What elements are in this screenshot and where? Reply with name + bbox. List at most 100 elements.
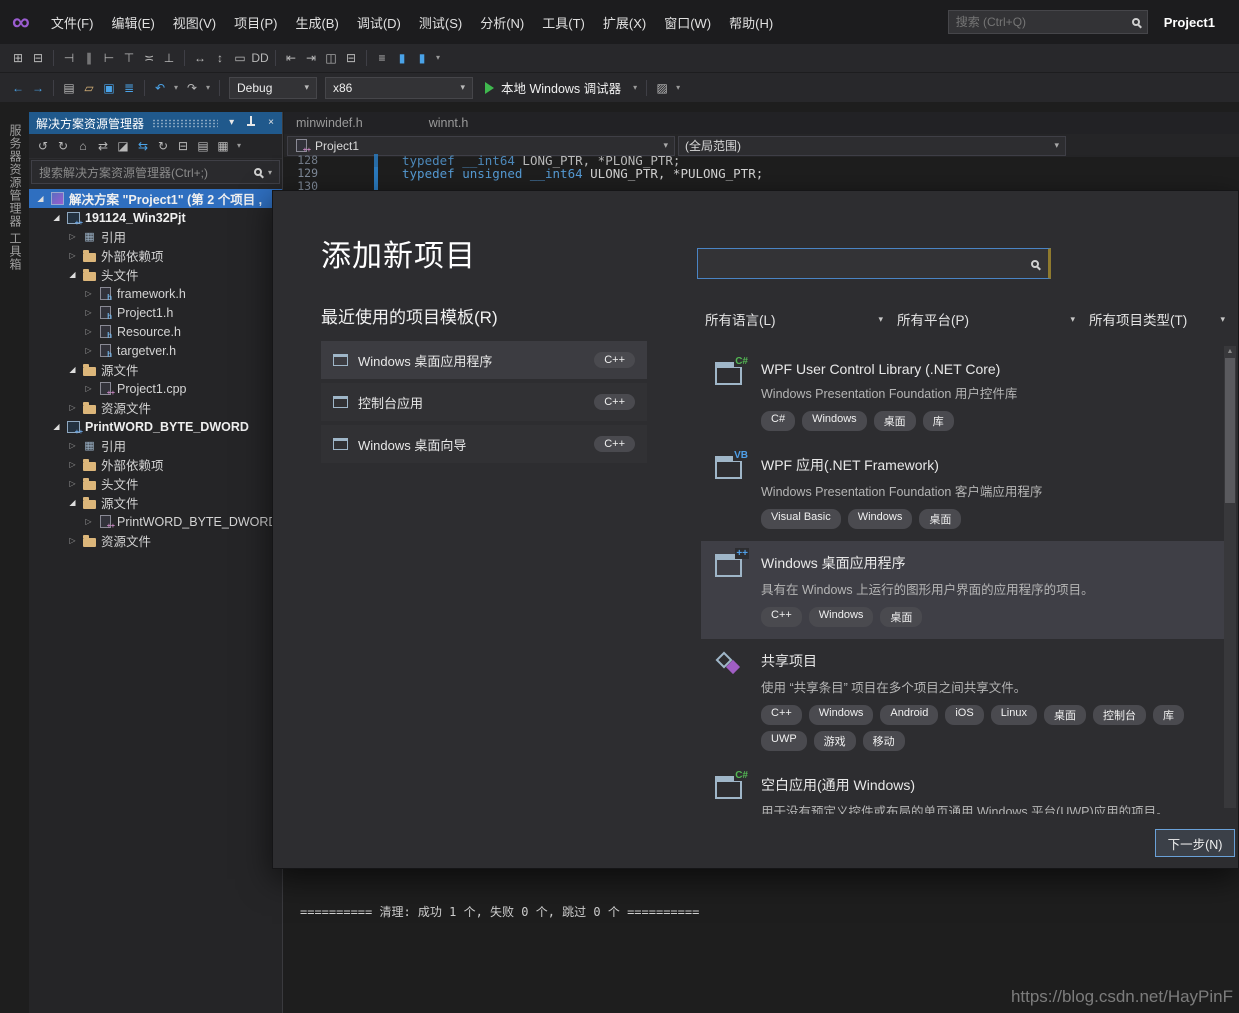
back-circle-icon[interactable]: ↺ [34,137,52,155]
tree-item[interactable]: ◢源文件 [29,360,282,379]
start-debugging-button[interactable]: 本地 Windows 调试器 [477,76,629,100]
menu-item[interactable]: 分析(N) [471,8,533,37]
solution-configuration-dropdown[interactable]: Debug ▾ [229,77,317,99]
expand-expander-icon[interactable]: ▷ [83,308,94,317]
home-icon[interactable]: ⌂ [74,137,92,155]
save-all-icon[interactable]: ≣ [120,79,138,97]
tree-item[interactable]: ▷引用 [29,436,282,455]
member-scope-dropdown[interactable]: (全局范围) ▾ [678,136,1066,156]
center-horizontally-icon[interactable]: ◫ [322,49,340,67]
snap-to-grid-icon[interactable]: ⊟ [29,49,47,67]
align-bottoms-icon[interactable]: ⊥ [160,49,178,67]
new-project-icon[interactable]: ▤ [60,79,78,97]
save-icon[interactable]: ▣ [100,79,118,97]
expand-expander-icon[interactable]: ▷ [67,460,78,469]
tree-item[interactable]: ▷framework.h [29,284,282,303]
collapse-expander-icon[interactable]: ◢ [67,498,78,507]
size-to-grid-icon[interactable]: DD [251,49,269,67]
template-list-scrollbar[interactable]: ▲ [1224,346,1236,808]
tree-item[interactable]: ▷资源文件 [29,398,282,417]
redo-icon[interactable]: ↷ [183,79,201,97]
open-file-icon[interactable]: ▱ [80,79,98,97]
tree-item[interactable]: ▷Project1.h [29,303,282,322]
menu-item[interactable]: 视图(V) [164,8,225,37]
template-search-box[interactable] [697,248,1051,279]
solution-search-box[interactable]: 搜索解决方案资源管理器(Ctrl+;) ▾ [31,160,280,184]
menu-item[interactable]: 测试(S) [410,8,471,37]
tab-minwindef[interactable]: minwindef.h [284,113,375,133]
recent-template-item[interactable]: Windows 桌面向导C++ [321,425,647,463]
refresh-icon[interactable]: ↻ [154,137,172,155]
menu-item[interactable]: 工具(T) [533,8,594,37]
tab-order-icon[interactable]: ≡ [373,49,391,67]
navigate-forward-icon[interactable]: → [29,79,47,97]
toolbar-overflow-icon[interactable]: ▾ [234,137,244,155]
make-same-width-icon[interactable]: ↔ [191,49,209,67]
align-lefts-icon[interactable]: ⊣ [60,49,78,67]
menu-item[interactable]: 项目(P) [225,8,286,37]
navigate-back-icon[interactable]: ← [9,79,27,97]
collapse-expander-icon[interactable]: ◢ [67,270,78,279]
pending-changes-filter-icon[interactable]: ◪ [114,137,132,155]
toolbar-overflow-icon[interactable]: ▾ [433,49,443,67]
project-type-filter-dropdown[interactable]: 所有项目类型(T)▾ [1089,309,1239,329]
profiler-dropdown-icon[interactable]: ▾ [673,79,683,97]
pin-button[interactable] [243,116,259,130]
tree-item[interactable]: ▷外部依赖项 [29,246,282,265]
menu-item[interactable]: 生成(B) [286,8,347,37]
platform-filter-dropdown[interactable]: 所有平台(P)▾ [897,309,1089,329]
tree-item[interactable]: ▷Project1.cpp [29,379,282,398]
template-list-item[interactable]: VBWPF 应用(.NET Framework)Windows Presenta… [701,443,1225,541]
menu-item[interactable]: 扩展(X) [594,8,655,37]
redo-dropdown-icon[interactable]: ▾ [203,79,213,97]
horizontal-spacing-icon[interactable]: ⇤ [282,49,300,67]
expand-expander-icon[interactable]: ▷ [67,536,78,545]
expand-expander-icon[interactable]: ▷ [67,441,78,450]
tree-item[interactable]: ◢PrintWORD_BYTE_DWORD [29,417,282,436]
recent-template-item[interactable]: 控制台应用C++ [321,383,647,421]
quick-launch-search[interactable] [948,10,1148,34]
undo-icon[interactable]: ↶ [151,79,169,97]
sidebar-tab-toolbox[interactable]: 工具箱 [7,232,24,271]
template-list-item[interactable]: 共享项目使用 “共享条目” 项目在多个项目之间共享文件。C++WindowsAn… [701,639,1225,763]
tree-item[interactable]: ▷Resource.h [29,322,282,341]
collapse-expander-icon[interactable]: ◢ [35,194,46,203]
code-view[interactable]: 128typedef __int64 LONG_PTR, *PLONG_PTR;… [284,157,1239,190]
align-rights-icon[interactable]: ⊢ [100,49,118,67]
forward-circle-icon[interactable]: ↻ [54,137,72,155]
tree-item[interactable]: ▷引用 [29,227,282,246]
recent-template-item[interactable]: Windows 桌面应用程序C++ [321,341,647,379]
quick-launch-input[interactable] [956,15,1126,29]
switch-views-icon[interactable]: ⇄ [94,137,112,155]
tree-item[interactable]: ◢解决方案 "Project1" (第 2 个项目 , [29,189,282,208]
expand-expander-icon[interactable]: ▷ [67,232,78,241]
undo-dropdown-icon[interactable]: ▾ [171,79,181,97]
expand-expander-icon[interactable]: ▷ [67,251,78,260]
scroll-up-icon[interactable]: ▲ [1224,346,1236,357]
run-dropdown-icon[interactable]: ▾ [630,79,640,97]
collapse-expander-icon[interactable]: ◢ [51,213,62,222]
center-vertically-icon[interactable]: ⊟ [342,49,360,67]
align-middles-icon[interactable]: ≍ [140,49,158,67]
collapse-expander-icon[interactable]: ◢ [51,422,62,431]
menu-item[interactable]: 编辑(E) [102,8,163,37]
menu-item[interactable]: 帮助(H) [720,8,782,37]
show-all-files-icon[interactable]: ▤ [194,137,212,155]
show-grid-icon[interactable]: ⊞ [9,49,27,67]
tab-winnt[interactable]: winnt.h [417,113,481,133]
sidebar-tab-server-explorer[interactable]: 服务器资源管理器 [7,124,24,228]
make-same-height-icon[interactable]: ↕ [211,49,229,67]
expand-expander-icon[interactable]: ▷ [83,384,94,393]
align-centers-icon[interactable]: ∥ [80,49,98,67]
next-bookmark-icon[interactable]: ▮ [413,49,431,67]
expand-expander-icon[interactable]: ▷ [83,327,94,336]
template-list-item[interactable]: C#空白应用(通用 Windows)用于没有预定义控件或布局的单页通用 Wind… [701,763,1225,814]
tree-item[interactable]: ◢191124_Win32Pjt [29,208,282,227]
collapse-expander-icon[interactable]: ◢ [67,365,78,374]
window-position-chevron-icon[interactable]: ▾ [226,118,237,128]
next-button[interactable]: 下一步(N) [1155,829,1235,857]
profiler-icon[interactable]: ▨ [653,79,671,97]
template-search-input[interactable] [707,256,1023,271]
solution-explorer-header[interactable]: 解决方案资源管理器 ▾ × [29,112,282,134]
tree-item[interactable]: ▷资源文件 [29,531,282,550]
